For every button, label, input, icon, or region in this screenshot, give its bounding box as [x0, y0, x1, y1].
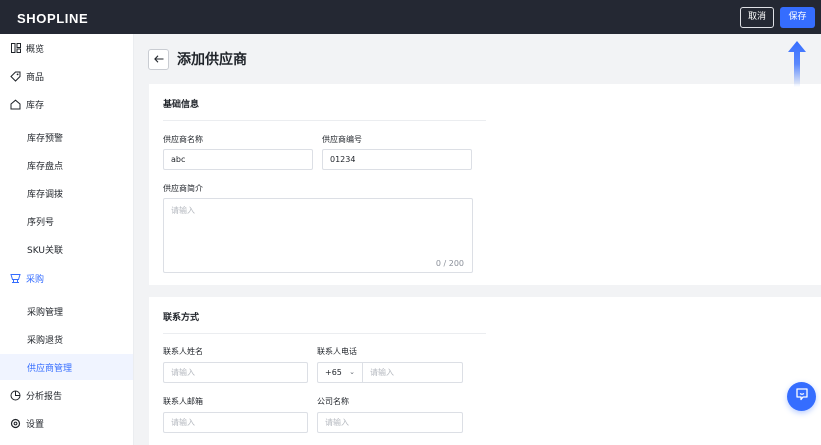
back-button[interactable]	[148, 48, 169, 70]
sidebar-item-label: 采购退货	[27, 335, 64, 346]
sidebar-item-inventory-alert[interactable]: 库存预警	[0, 124, 133, 150]
chart-icon	[10, 390, 21, 401]
supplier-intro-label: 供应商简介	[163, 184, 203, 193]
sidebar-item-label: 设置	[26, 419, 45, 430]
email-label: 联系人邮箱	[163, 397, 203, 406]
supplier-name-label: 供应商名称	[163, 135, 203, 144]
sidebar-item-settings[interactable]: 设置	[0, 410, 133, 436]
sidebar-item-transfer[interactable]: 库存调拨	[0, 180, 133, 206]
sidebar-item-sku-link[interactable]: SKU关联	[0, 236, 133, 262]
divider	[163, 120, 486, 121]
sidebar-item-label: SKU关联	[27, 245, 63, 256]
chat-icon	[795, 387, 809, 406]
sidebar-item-purchase-management[interactable]: 采购管理	[0, 298, 133, 324]
supplier-name-input[interactable]: abc	[163, 149, 313, 170]
sidebar-item-label: 库存调拨	[27, 189, 64, 200]
sidebar-item-inventory[interactable]: 库存	[0, 91, 133, 117]
section-title: 联系方式	[163, 313, 200, 323]
top-bar: SHOPLINE 取消 保存	[0, 0, 821, 34]
sidebar-item-label: 库存	[26, 100, 45, 111]
save-button[interactable]: 保存	[780, 7, 815, 28]
tag-icon	[10, 71, 21, 82]
sidebar-item-label: 序列号	[27, 217, 55, 228]
phone-input[interactable]: 请输入	[363, 363, 462, 382]
phone-label: 联系人电话	[317, 347, 357, 356]
supplier-intro-textarea[interactable]: 请输入 0 / 200	[163, 198, 473, 273]
placeholder-text: 请输入	[171, 206, 195, 215]
purchase-icon	[10, 273, 21, 284]
basic-info-card: 基础信息 供应商名称 abc 供应商编号 01234 供应商简介 请输入 0 /…	[149, 84, 821, 285]
divider	[163, 333, 486, 334]
shopline-logo: SHOPLINE	[17, 11, 89, 26]
contact-name-input[interactable]: 请输入	[163, 362, 308, 383]
company-label: 公司名称	[317, 397, 349, 406]
email-input[interactable]: 请输入	[163, 412, 308, 433]
sidebar-item-stocktake[interactable]: 库存盘点	[0, 152, 133, 178]
arrow-left-icon	[153, 50, 164, 68]
sidebar: 概览 商品 库存 库存预警 库存盘点 库存调拨 序列号 SKU关联 采购 采购管…	[0, 34, 134, 445]
sidebar-item-purchase[interactable]: 采购	[0, 265, 133, 291]
chevron-down-icon: ⌄	[349, 368, 355, 376]
sidebar-item-label: 采购管理	[27, 307, 64, 318]
supplier-code-input[interactable]: 01234	[322, 149, 472, 170]
country-code-select[interactable]: +65 ⌄	[318, 363, 363, 382]
page-title: 添加供应商	[177, 52, 247, 68]
contact-card: 联系方式 联系人姓名 请输入 联系人电话 +65 ⌄ 请输入 联系人邮箱 请输入…	[149, 297, 821, 445]
home-icon	[10, 99, 21, 110]
section-title: 基础信息	[163, 100, 200, 110]
arrow-up-icon	[787, 40, 807, 88]
sidebar-item-products[interactable]: 商品	[0, 63, 133, 89]
phone-field: +65 ⌄ 请输入	[317, 362, 463, 383]
company-input[interactable]: 请输入	[317, 412, 463, 433]
sidebar-item-label: 概览	[26, 44, 45, 55]
sidebar-item-purchase-return[interactable]: 采购退货	[0, 326, 133, 352]
char-counter: 0 / 200	[435, 259, 464, 268]
gear-icon	[10, 418, 21, 429]
contact-name-label: 联系人姓名	[163, 347, 203, 356]
dashboard-icon	[10, 43, 21, 54]
page-header: 添加供应商	[148, 48, 247, 70]
sidebar-item-label: 库存预警	[27, 133, 64, 144]
sidebar-item-label: 供应商管理	[27, 363, 73, 374]
sidebar-item-label: 采购	[26, 274, 45, 285]
cancel-button[interactable]: 取消	[740, 7, 774, 28]
sidebar-item-label: 库存盘点	[27, 161, 64, 172]
sidebar-item-overview[interactable]: 概览	[0, 35, 133, 61]
sidebar-item-analytics[interactable]: 分析报告	[0, 382, 133, 408]
sidebar-item-supplier-management[interactable]: 供应商管理	[0, 354, 133, 380]
sidebar-item-serial-number[interactable]: 序列号	[0, 208, 133, 234]
chat-button[interactable]	[787, 382, 816, 411]
sidebar-item-label: 分析报告	[26, 391, 63, 402]
supplier-code-label: 供应商编号	[322, 135, 362, 144]
country-code-value: +65	[325, 368, 342, 377]
sidebar-item-label: 商品	[26, 72, 45, 83]
